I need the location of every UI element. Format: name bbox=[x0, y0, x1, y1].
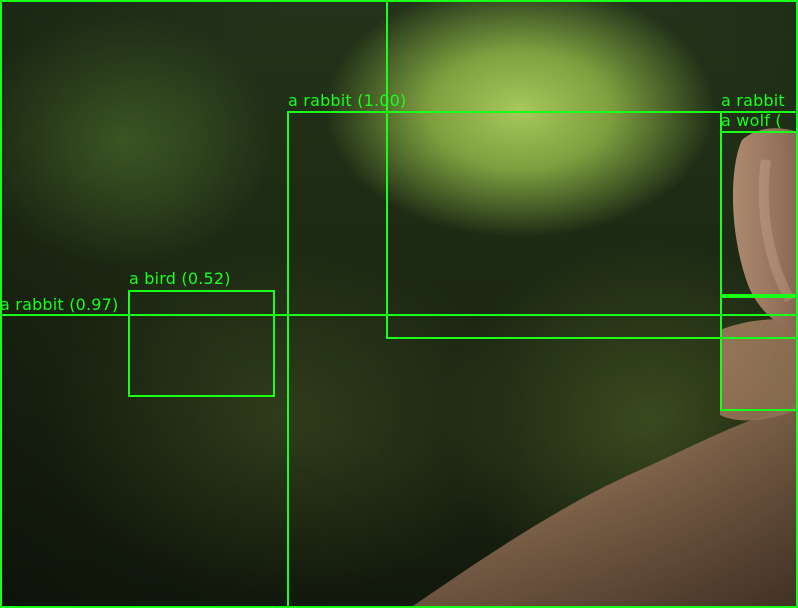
detection-box-right-lower bbox=[720, 296, 798, 411]
detection-label-bird-0-52: a bird (0.52) bbox=[129, 269, 231, 288]
detection-label-wolf-right: a wolf ( bbox=[721, 111, 782, 130]
detection-label-rabbit-0-97: a rabbit (0.97) bbox=[0, 295, 119, 314]
detection-label-rabbit-right: a rabbit bbox=[721, 91, 785, 110]
photo-stage: a rabbit (1.00) a bird (0.52) a rabbit (… bbox=[0, 0, 798, 608]
detection-box-rabbit-0-97 bbox=[0, 314, 798, 608]
